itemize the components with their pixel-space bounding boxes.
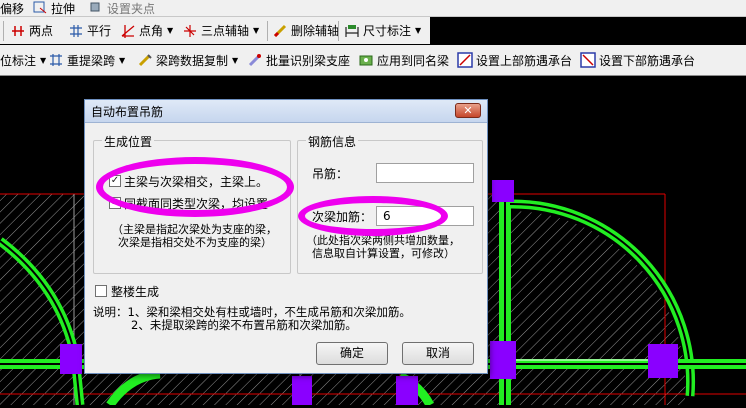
main-beam-option-label: 主梁与次梁相交，主梁上。 [124,175,269,189]
position-group-title: 生成位置 [102,133,155,150]
support-block[interactable] [292,376,312,405]
support-block[interactable] [648,344,678,378]
toolbar-btn-three-point[interactable]: 三点辅轴 ▼ [182,17,259,44]
toolbar-separator [338,21,339,41]
toolbar-btn-point-angle[interactable]: 点角 ▼ [120,17,173,44]
support-block[interactable] [396,376,418,405]
top-rebar-icon [457,52,473,68]
cancel-button[interactable]: 取消 [402,342,474,365]
toolbar-btn-delete-axis[interactable]: 删除辅轴 [272,17,339,44]
position-note-line1: （主梁是指起次梁处为支座的梁， [112,223,277,236]
position-note-line2: 次梁是指相交处不为支座的梁） [118,236,272,249]
whole-building-label: 整楼生成 [111,285,160,299]
toolbar-btn-batch-identify[interactable]: 批量识别梁支座 [247,45,350,75]
toolbar-top-item-grip[interactable]: 设置夹点 [88,0,155,16]
rebar-note-line1: （此处指次梁两侧共增加数量， [306,234,460,247]
position-group: 生成位置 ✓ 主梁与次梁相交，主梁上。 ✓ 同截面同类型次梁，均设置 （主梁是指… [93,133,291,274]
secondary-rebar-input[interactable]: 6 [376,206,474,226]
batch-identify-icon [247,52,263,68]
chevron-down-icon: ▼ [119,55,126,65]
toolbar-top: 偏移 拉伸 设置夹点 [0,0,746,17]
toolbar-btn-relift-span[interactable]: 重提梁跨 ▼ [48,45,125,75]
chevron-down-icon: ▼ [232,55,239,65]
toolbar-btn-copy-span-data[interactable]: 梁跨数据复制 ▼ [137,45,238,75]
auto-hanger-dialog: 自动布置吊筋 ✕ 生成位置 ✓ 主梁与次梁相交，主梁上。 ✓ 同截面同类型次梁，… [84,99,488,374]
rebar-note-line2: 信息取自计算设置，可修改） [312,247,455,260]
chevron-down-icon: ▼ [253,26,260,35]
bottom-rebar-icon [580,52,596,68]
parallel-axis-icon [68,23,84,39]
main-beam-checkbox[interactable]: ✓ [109,175,121,187]
dialog-titlebar[interactable]: 自动布置吊筋 ✕ [85,100,487,123]
close-button[interactable]: ✕ [455,103,481,118]
apply-same-icon [358,52,374,68]
dimension-icon [344,23,360,39]
toolbar-btn-dimension[interactable]: 尺寸标注 ▼ [344,17,421,44]
rebar-group: 钢筋信息 吊筋： 次梁加筋： 6 （此处指次梁两侧共增加数量， 信息取自计算设置… [297,133,483,274]
ok-button[interactable]: 确定 [316,342,388,365]
support-block[interactable] [60,344,82,374]
support-block[interactable] [492,180,514,202]
toolbar-separator [267,21,268,41]
support-block[interactable] [490,341,516,379]
toolbar-top-item-stretch[interactable]: 拉伸 [32,0,75,16]
toolbar-btn-bottom-rebar[interactable]: 设置下部筋遇承台 [580,45,695,75]
toolbar-top-item-offset[interactable]: 偏移 [0,0,24,16]
chevron-down-icon: ▼ [40,55,47,65]
same-section-checkbox[interactable]: ✓ [109,197,121,209]
stretch-icon [32,0,48,16]
delete-axis-icon [272,23,288,39]
chevron-down-icon: ▼ [167,26,174,35]
relift-span-icon [48,52,64,68]
toolbar-separator [3,21,4,41]
hanger-input[interactable] [376,163,474,183]
explanation-line2: 2、未提取梁跨的梁不布置吊筋和次梁加筋。 [131,318,357,332]
secondary-rebar-label: 次梁加筋： [312,210,373,224]
toolbar-btn-parallel[interactable]: 平行 [68,17,111,44]
dialog-title: 自动布置吊筋 [91,105,164,119]
three-point-axis-icon [182,23,198,39]
rebar-group-title: 钢筋信息 [306,133,359,150]
toolbar-btn-position-label[interactable]: 位标注 ▼ [0,45,46,75]
chevron-down-icon: ▼ [415,26,422,35]
two-point-axis-icon [10,23,26,39]
toolbar-btn-apply-same[interactable]: 应用到同名梁 [358,45,449,75]
hanger-label: 吊筋： [312,167,349,181]
toolbar-axis: 两点 平行 点角 ▼ 三点辅轴 ▼ 删除辅轴 尺寸标注 ▼ [0,17,430,44]
point-angle-icon [120,23,136,39]
copy-span-data-icon [137,52,153,68]
whole-building-checkbox[interactable] [95,285,107,297]
toolbar-beam: 位标注 ▼ 重提梁跨 ▼ 梁跨数据复制 ▼ 批量识别梁支座 应用到同名梁 设置上… [0,45,746,76]
same-section-option-label: 同截面同类型次梁，均设置 [124,197,269,211]
toolbar-btn-top-rebar[interactable]: 设置上部筋遇承台 [457,45,572,75]
toolbar-btn-two-point[interactable]: 两点 [10,17,53,44]
grip-icon [88,0,104,16]
